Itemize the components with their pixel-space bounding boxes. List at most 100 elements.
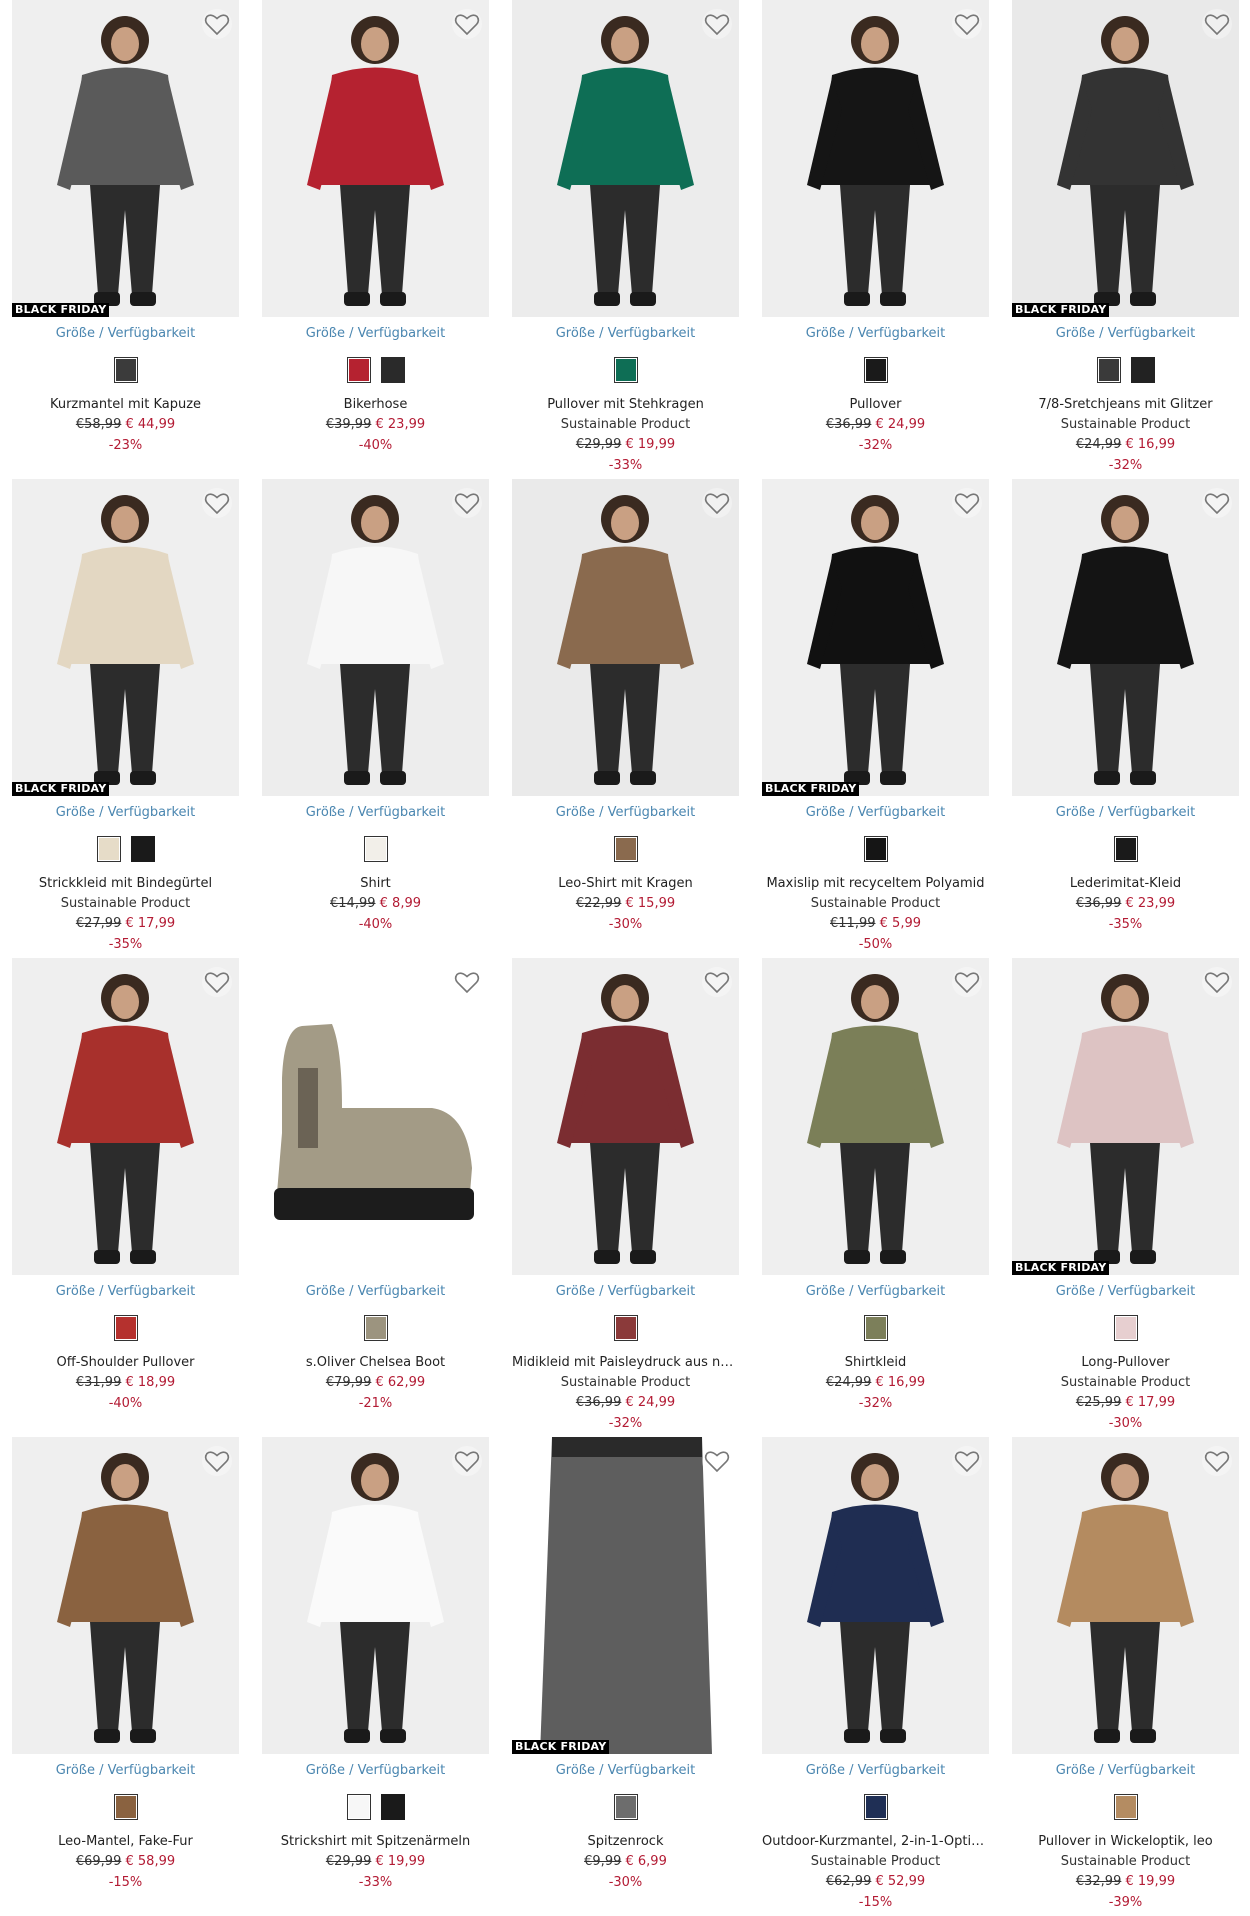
product-image[interactable]: BLACK FRIDAY: [1012, 958, 1239, 1275]
size-availability-link[interactable]: Größe / Verfügbarkeit: [762, 1763, 989, 1779]
size-availability-link[interactable]: Größe / Verfügbarkeit: [1012, 1284, 1239, 1300]
color-swatch[interactable]: [1113, 836, 1138, 862]
product-photo[interactable]: [512, 1437, 739, 1754]
product-image[interactable]: [12, 1437, 239, 1754]
product-name[interactable]: Strickshirt mit Spitzenärmeln: [262, 1834, 489, 1850]
size-availability-link[interactable]: Größe / Verfügbarkeit: [262, 1284, 489, 1300]
heart-outline-icon[interactable]: [951, 487, 983, 519]
product-photo[interactable]: [12, 479, 239, 796]
product-name[interactable]: Maxislip mit recyceltem Polyamid: [762, 876, 989, 892]
heart-outline-icon[interactable]: [701, 487, 733, 519]
product-photo[interactable]: [12, 0, 239, 317]
product-card[interactable]: Größe / Verfügbarkeit Leo-Mantel, Fake-Fu…: [12, 1437, 239, 1907]
size-availability-link[interactable]: Größe / Verfügbarkeit: [762, 1284, 989, 1300]
product-photo[interactable]: [512, 0, 739, 317]
size-availability-link[interactable]: Größe / Verfügbarkeit: [762, 805, 989, 821]
product-name[interactable]: Shirtkleid: [762, 1355, 989, 1371]
product-photo[interactable]: [262, 0, 489, 317]
heart-outline-icon[interactable]: [1201, 966, 1233, 998]
product-name[interactable]: Outdoor-Kurzmantel, 2-in-1-Optik, wattie…: [762, 1834, 989, 1850]
color-swatch[interactable]: [96, 836, 121, 862]
size-availability-link[interactable]: Größe / Verfügbarkeit: [262, 326, 489, 342]
product-name[interactable]: Off-Shoulder Pullover: [12, 1355, 239, 1371]
size-availability-link[interactable]: Größe / Verfügbarkeit: [12, 805, 239, 821]
product-name[interactable]: s.Oliver Chelsea Boot: [262, 1355, 489, 1371]
product-image[interactable]: [262, 479, 489, 796]
color-swatch[interactable]: [1130, 357, 1155, 383]
size-availability-link[interactable]: Größe / Verfügbarkeit: [262, 805, 489, 821]
product-card[interactable]: Größe / Verfügbarkeit Off-Shoulder Pullov…: [12, 958, 239, 1428]
heart-outline-icon[interactable]: [1201, 1445, 1233, 1477]
product-card[interactable]: Größe / Verfügbarkeit Outdoor-Kurzmantel,…: [762, 1437, 989, 1910]
heart-outline-icon[interactable]: [451, 1445, 483, 1477]
product-name[interactable]: Long-Pullover: [1012, 1355, 1239, 1371]
product-card[interactable]: BLACK FRIDAY Größe / Verfügbarkeit Strickk…: [12, 479, 239, 952]
product-card[interactable]: Größe / Verfügbarkeit Pullover mit Stehkr…: [512, 0, 739, 473]
heart-outline-icon[interactable]: [201, 487, 233, 519]
product-name[interactable]: Kurzmantel mit Kapuze: [12, 397, 239, 413]
product-name[interactable]: 7/8-Sretchjeans mit Glitzer: [1012, 397, 1239, 413]
product-photo[interactable]: [262, 1437, 489, 1754]
product-card[interactable]: Größe / Verfügbarkeit Pullover in Wickelo…: [1012, 1437, 1239, 1910]
product-image[interactable]: [762, 1437, 989, 1754]
product-card[interactable]: BLACK FRIDAY Größe / Verfügbarkeit Long-Pu…: [1012, 958, 1239, 1431]
color-swatch[interactable]: [346, 1794, 371, 1820]
size-availability-link[interactable]: Größe / Verfügbarkeit: [512, 1284, 739, 1300]
size-availability-link[interactable]: Größe / Verfügbarkeit: [262, 1763, 489, 1779]
color-swatch[interactable]: [613, 1315, 638, 1341]
product-name[interactable]: Pullover in Wickeloptik, leo: [1012, 1834, 1239, 1850]
product-image[interactable]: [762, 958, 989, 1275]
color-swatch[interactable]: [1096, 357, 1121, 383]
color-swatch[interactable]: [613, 357, 638, 383]
product-image[interactable]: BLACK FRIDAY: [12, 0, 239, 317]
product-name[interactable]: Strickkleid mit Bindegürtel: [12, 876, 239, 892]
size-availability-link[interactable]: Größe / Verfügbarkeit: [512, 1763, 739, 1779]
color-swatch[interactable]: [1113, 1315, 1138, 1341]
product-photo[interactable]: [262, 479, 489, 796]
product-name[interactable]: Midikleid mit Paisleydruck aus nachhalti…: [512, 1355, 739, 1371]
product-name[interactable]: Lederimitat-Kleid: [1012, 876, 1239, 892]
heart-outline-icon[interactable]: [1201, 8, 1233, 40]
product-card[interactable]: BLACK FRIDAY Größe / Verfügbarkeit Maxisli…: [762, 479, 989, 952]
product-image[interactable]: [1012, 1437, 1239, 1754]
heart-outline-icon[interactable]: [451, 487, 483, 519]
heart-outline-icon[interactable]: [201, 966, 233, 998]
color-swatch[interactable]: [613, 836, 638, 862]
product-photo[interactable]: [12, 958, 239, 1275]
color-swatch[interactable]: [113, 1315, 138, 1341]
product-image[interactable]: BLACK FRIDAY: [762, 479, 989, 796]
heart-outline-icon[interactable]: [201, 1445, 233, 1477]
product-image[interactable]: [762, 0, 989, 317]
product-photo[interactable]: [1012, 958, 1239, 1275]
product-card[interactable]: Größe / Verfügbarkeit Leo-Shirt mit Krage…: [512, 479, 739, 949]
product-image[interactable]: [512, 0, 739, 317]
product-image[interactable]: BLACK FRIDAY: [12, 479, 239, 796]
product-card[interactable]: Größe / Verfügbarkeit Pullover €36,99 € 24…: [762, 0, 989, 470]
product-photo[interactable]: [262, 958, 489, 1275]
size-availability-link[interactable]: Größe / Verfügbarkeit: [762, 326, 989, 342]
product-photo[interactable]: [1012, 479, 1239, 796]
product-card[interactable]: Größe / Verfügbarkeit s.Oliver Chelsea Bo…: [262, 958, 489, 1428]
product-name[interactable]: Pullover mit Stehkragen: [512, 397, 739, 413]
heart-outline-icon[interactable]: [701, 1445, 733, 1477]
product-photo[interactable]: [1012, 1437, 1239, 1754]
size-availability-link[interactable]: Größe / Verfügbarkeit: [512, 805, 739, 821]
product-image[interactable]: BLACK FRIDAY: [512, 1437, 739, 1754]
color-swatch[interactable]: [863, 357, 888, 383]
color-swatch[interactable]: [613, 1794, 638, 1820]
size-availability-link[interactable]: Größe / Verfügbarkeit: [1012, 805, 1239, 821]
product-photo[interactable]: [12, 1437, 239, 1754]
product-card[interactable]: Größe / Verfügbarkeit Shirt €14,99 € 8,99 -…: [262, 479, 489, 949]
heart-outline-icon[interactable]: [951, 966, 983, 998]
product-image[interactable]: [1012, 479, 1239, 796]
product-card[interactable]: BLACK FRIDAY Größe / Verfügbarkeit Spitzen…: [512, 1437, 739, 1907]
product-card[interactable]: BLACK FRIDAY Größe / Verfügbarkeit 7/8-Sre…: [1012, 0, 1239, 473]
heart-outline-icon[interactable]: [1201, 487, 1233, 519]
product-name[interactable]: Leo-Shirt mit Kragen: [512, 876, 739, 892]
size-availability-link[interactable]: Größe / Verfügbarkeit: [12, 326, 239, 342]
size-availability-link[interactable]: Größe / Verfügbarkeit: [512, 326, 739, 342]
product-card[interactable]: Größe / Verfügbarkeit Strickshirt mit Spi…: [262, 1437, 489, 1907]
product-image[interactable]: [512, 958, 739, 1275]
color-swatch[interactable]: [346, 357, 371, 383]
color-swatch[interactable]: [363, 836, 388, 862]
